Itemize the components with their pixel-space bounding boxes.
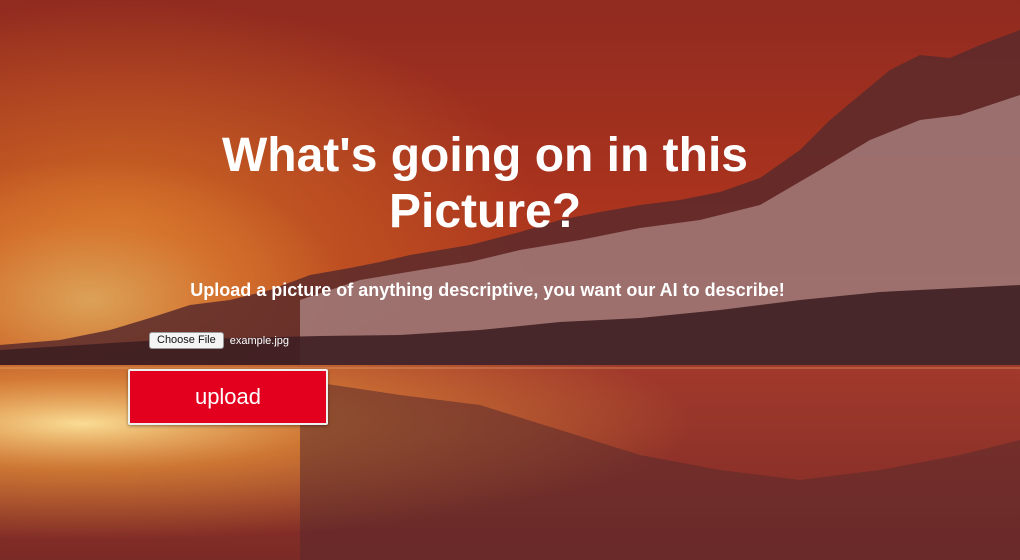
choose-file-button[interactable]: Choose File xyxy=(149,332,224,349)
selected-file-name: example.jpg xyxy=(229,334,290,347)
page-subtitle: Upload a picture of anything descriptive… xyxy=(190,280,785,300)
upload-button[interactable]: upload xyxy=(128,369,328,425)
file-input[interactable]: Choose File example.jpg xyxy=(149,332,289,349)
page-title: What's going on in this Picture? xyxy=(221,129,748,238)
